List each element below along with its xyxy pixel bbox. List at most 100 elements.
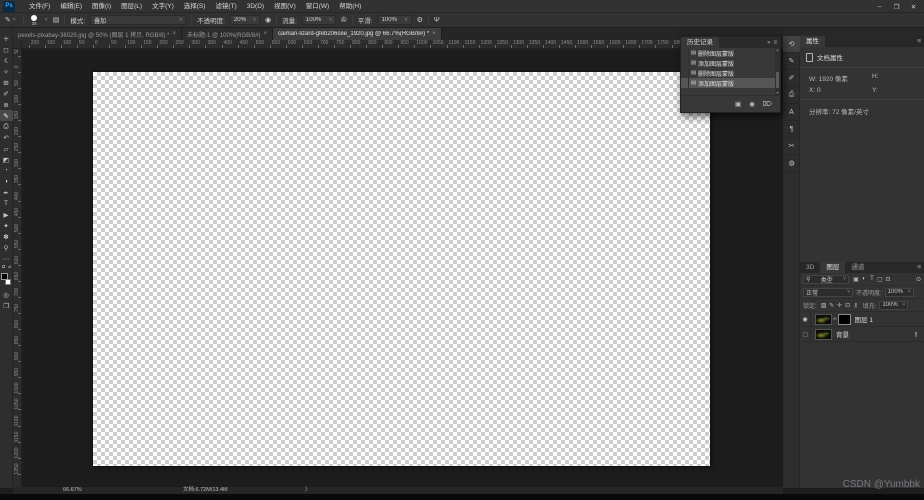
- menu-item[interactable]: 文件(F): [24, 0, 55, 13]
- document-tab[interactable]: 未标题-1 @ 100%(RGB/8#) ×: [182, 28, 273, 40]
- document-tab[interactable]: pexels-pixabay-36029.jpg @ 50% (图层 1 拷贝,…: [13, 28, 183, 40]
- history-state-row[interactable]: ▤ 添加图层蒙版: [681, 58, 775, 68]
- scroll-up-icon[interactable]: ▲: [775, 48, 780, 52]
- brushes-panel-icon[interactable]: ✐: [783, 70, 800, 87]
- eyedropper-tool[interactable]: ✐: [0, 88, 13, 99]
- new-document-from-state-icon[interactable]: ▣: [735, 100, 741, 108]
- history-source-checkbox[interactable]: [681, 68, 689, 78]
- history-brush-tool[interactable]: ↶: [0, 132, 13, 143]
- path-selection-tool[interactable]: ▶: [0, 209, 13, 220]
- eraser-tool[interactable]: ▱: [0, 143, 13, 154]
- delete-state-icon[interactable]: ⌦: [763, 100, 772, 108]
- history-state-row[interactable]: ▤ 删除图层蒙版: [681, 48, 775, 58]
- restore-button[interactable]: ❐: [888, 0, 905, 13]
- panel-menu-icon[interactable]: ≡: [773, 40, 777, 46]
- tab-3D[interactable]: 3D: [800, 262, 820, 273]
- visibility-toggle[interactable]: [800, 326, 811, 342]
- menu-item[interactable]: 编辑(E): [55, 0, 87, 13]
- tool-preset-picker[interactable]: ✎ ˅: [3, 13, 18, 28]
- menu-item[interactable]: 文字(Y): [147, 0, 179, 13]
- layer-thumbnail[interactable]: [815, 313, 832, 325]
- hand-tool[interactable]: ✽: [0, 231, 13, 242]
- filter-pin-icon[interactable]: ⊙: [916, 276, 921, 283]
- move-tool[interactable]: ✛: [0, 33, 13, 44]
- paint-symmetry-icon[interactable]: Ψ: [434, 13, 440, 28]
- tab-properties[interactable]: 属性: [800, 36, 825, 47]
- blend-mode-select[interactable]: 叠加 ˅: [90, 15, 187, 25]
- menu-item[interactable]: 图层(L): [116, 0, 147, 13]
- smoothing-options-gear-icon[interactable]: ⚙: [417, 13, 423, 28]
- history-state-row[interactable]: ▤ 添加图层蒙版: [681, 78, 775, 88]
- layer-name[interactable]: 背景: [836, 329, 849, 339]
- clone-stamp-tool[interactable]: ⎙: [0, 121, 13, 132]
- fill-select[interactable]: 100% ˅: [879, 300, 909, 310]
- close-tab-icon[interactable]: ×: [263, 31, 267, 37]
- scroll-down-icon[interactable]: ▼: [775, 91, 780, 95]
- crop-tool[interactable]: ⊞: [0, 77, 13, 88]
- new-snapshot-icon[interactable]: ◉: [749, 100, 755, 108]
- lock-transparent-pixels-icon[interactable]: ▨: [820, 302, 828, 309]
- status-popup-arrow[interactable]: 〉: [305, 487, 311, 494]
- paragraph-panel-icon[interactable]: ¶: [783, 121, 800, 138]
- gradient-tool[interactable]: ◩: [0, 154, 13, 165]
- layer-thumbnail[interactable]: [815, 328, 832, 340]
- collapse-panel-icon[interactable]: »: [767, 40, 770, 46]
- tab-图层[interactable]: 图层: [820, 262, 846, 273]
- filter-adjustment-layers-icon[interactable]: ◐: [860, 276, 868, 283]
- filter-pixel-layers-icon[interactable]: ▣: [852, 276, 860, 283]
- smoothing-select[interactable]: 100% ˅: [377, 15, 412, 25]
- brush-settings-panel-icon[interactable]: ✎: [783, 53, 800, 70]
- history-panel-header[interactable]: 历史记录 » ≡: [681, 37, 780, 48]
- zoom-tool[interactable]: ⚲: [0, 242, 13, 253]
- rectangular-marquee-tool[interactable]: ◻: [0, 44, 13, 55]
- filter-type-layers-icon[interactable]: T: [868, 276, 876, 283]
- minimize-button[interactable]: –: [871, 0, 888, 13]
- close-tab-icon[interactable]: ×: [432, 31, 436, 37]
- close-button[interactable]: ✕: [905, 0, 922, 13]
- blur-tool[interactable]: ◔: [0, 165, 13, 176]
- airbrush-icon[interactable]: ✇: [341, 13, 347, 28]
- visibility-toggle[interactable]: ◉: [800, 311, 811, 327]
- layer-filter-select[interactable]: ⚲ 类型 ˅: [803, 274, 849, 284]
- opacity-select[interactable]: 20% ˅: [229, 15, 260, 25]
- libraries-panel-icon[interactable]: ◍: [783, 155, 800, 172]
- layer-row[interactable]: ◉ ∞ 图层 1: [800, 311, 924, 327]
- custom-shape-tool[interactable]: ✦: [0, 220, 13, 231]
- lasso-tool[interactable]: ς: [0, 55, 13, 66]
- history-state-row[interactable]: ▤ 删除图层蒙版: [681, 68, 775, 78]
- lock-all-icon[interactable]: ⚷: [852, 302, 860, 309]
- layer-name[interactable]: 图层 1: [855, 314, 873, 324]
- menu-item[interactable]: 帮助(H): [334, 0, 366, 13]
- edit-toolbar[interactable]: ⋯: [0, 253, 13, 264]
- menu-item[interactable]: 窗口(W): [301, 0, 334, 13]
- clone-source-panel-icon[interactable]: ⎙: [783, 87, 800, 104]
- layer-row[interactable]: 背景 ⚷: [800, 326, 924, 342]
- character-panel-icon[interactable]: A: [783, 104, 800, 121]
- spot-healing-brush-tool[interactable]: ⊕: [0, 99, 13, 110]
- document-tab[interactable]: caiman-lizard-gfeb206cee_1920.jpg @ 66.7…: [272, 28, 442, 40]
- mask-link-icon[interactable]: ∞: [833, 316, 837, 322]
- history-source-checkbox[interactable]: [681, 58, 689, 68]
- quick-selection-tool[interactable]: ✧: [0, 66, 13, 77]
- foreground-color-swatch[interactable]: [0, 273, 8, 280]
- menu-item[interactable]: 3D(D): [242, 0, 269, 13]
- lock-artboard-icon[interactable]: ⊡: [844, 302, 852, 309]
- history-panel-icon[interactable]: ⟲: [783, 36, 800, 53]
- filter-shape-layers-icon[interactable]: ▢: [876, 276, 884, 283]
- menu-item[interactable]: 滤镜(T): [210, 0, 241, 13]
- lock-image-pixels-icon[interactable]: ✎: [828, 302, 836, 309]
- tool-presets-panel-icon[interactable]: ✂: [783, 138, 800, 155]
- layer-opacity-select[interactable]: 100% ˅: [884, 287, 914, 297]
- brush-preset-picker[interactable]: 35: [29, 14, 40, 26]
- lock-position-icon[interactable]: ✛: [836, 302, 844, 309]
- scrollbar-thumb[interactable]: [776, 72, 779, 88]
- panel-menu-icon[interactable]: ≡: [917, 262, 921, 273]
- zoom-level-field[interactable]: 66.67%: [63, 487, 82, 494]
- dodge-tool[interactable]: ◑: [0, 176, 13, 187]
- history-source-checkbox[interactable]: [681, 78, 689, 88]
- menu-item[interactable]: 视图(V): [269, 0, 301, 13]
- quick-mask-button[interactable]: ◎: [0, 289, 13, 300]
- flow-select[interactable]: 100% ˅: [301, 15, 336, 25]
- menu-item[interactable]: 选择(S): [179, 0, 211, 13]
- filter-smart-objects-icon[interactable]: ⊡: [884, 276, 892, 283]
